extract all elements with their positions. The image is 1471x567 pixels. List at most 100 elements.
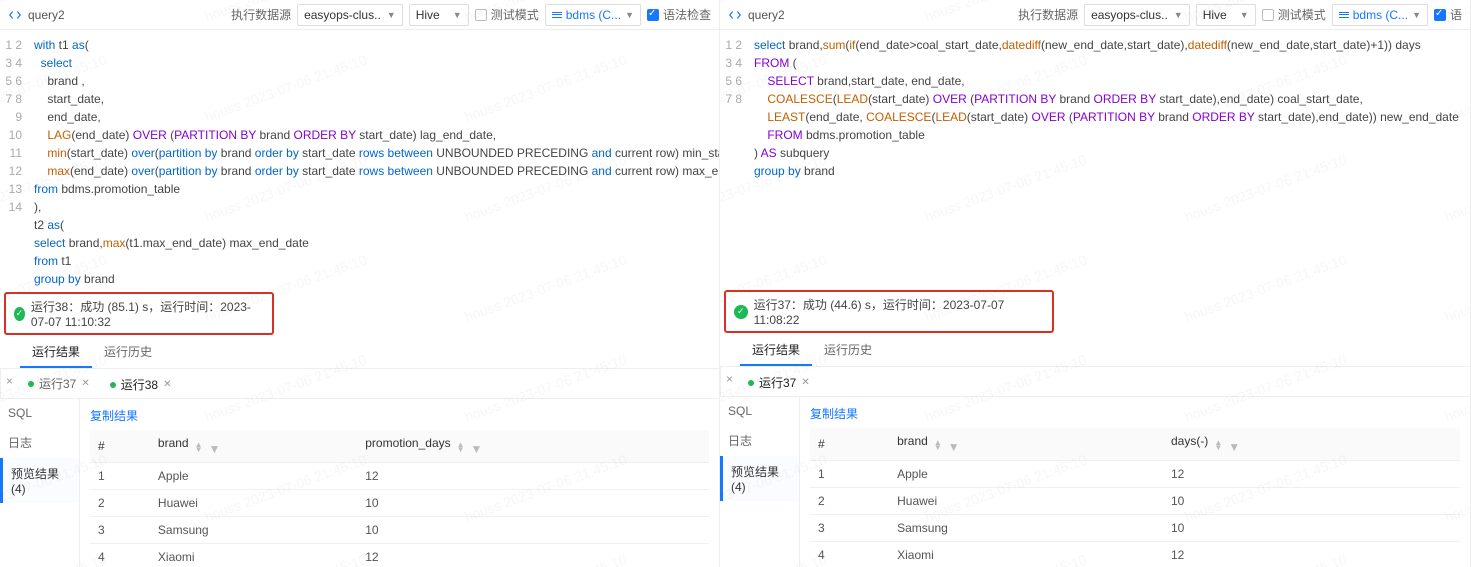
test-mode-checkbox[interactable]: 测试模式 (1262, 6, 1326, 23)
gutter: 1 2 3 4 5 6 7 8 9 10 11 12 13 14 (0, 30, 28, 290)
sql-editor[interactable]: 1 2 3 4 5 6 7 8 9 10 11 12 13 14 with t1… (0, 30, 719, 290)
result-table: #brand▲▼▼promotion_days▲▼▼ 1Apple122Huaw… (90, 430, 709, 567)
col-header: brand▲▼▼ (889, 428, 1163, 461)
test-mode-checkbox[interactable]: 测试模式 (475, 6, 539, 23)
syntax-check-checkbox[interactable]: 语法检查 (647, 6, 711, 23)
right-panel: query2 执行数据源 easyops-clus..▼ Hive▼ 测试模式 … (720, 0, 1471, 567)
tab-run-history[interactable]: 运行历史 (92, 337, 164, 368)
lower-split: SQL 日志 预览结果 (4) 复制结果 #brand▲▼▼days(-)▲▼▼… (720, 397, 1470, 567)
cell: 2 (810, 488, 889, 515)
cell: Huawei (150, 490, 357, 517)
engine-select[interactable]: Hive▼ (1196, 4, 1256, 26)
copy-result-link[interactable]: 复制结果 (90, 407, 709, 424)
cell: Xiaomi (889, 542, 1163, 567)
cell: 3 (90, 517, 150, 544)
cell: 1 (90, 463, 150, 490)
result-tabs: 运行结果 运行历史 (720, 335, 1470, 367)
table-row[interactable]: 4Xiaomi12 (810, 542, 1460, 567)
cell: 3 (810, 515, 889, 542)
close-icon[interactable]: ✕ (81, 378, 89, 389)
sidenav-preview[interactable]: 预览结果 (4) (0, 458, 79, 503)
run-instance-tabs: × 运行37✕ 运行38✕ (0, 369, 719, 399)
cell: Xiaomi (150, 544, 357, 567)
cell: Apple (889, 461, 1163, 488)
close-icon[interactable]: ✕ (801, 377, 809, 388)
col-header: # (810, 428, 889, 461)
copy-result-link[interactable]: 复制结果 (810, 405, 1460, 422)
success-icon: ✓ (734, 305, 748, 319)
sidenav-log[interactable]: 日志 (0, 427, 79, 458)
cell: Samsung (150, 517, 357, 544)
table-row[interactable]: 2Huawei10 (90, 490, 709, 517)
sort-icon[interactable]: ▲▼ (1214, 440, 1222, 454)
results-pane: 复制结果 #brand▲▼▼promotion_days▲▼▼ 1Apple12… (80, 399, 719, 567)
sidenav-sql[interactable]: SQL (720, 397, 799, 425)
toolbar: query2 执行数据源 easyops-clus..▼ Hive▼ 测试模式 … (720, 0, 1470, 30)
table-row[interactable]: 2Huawei10 (810, 488, 1460, 515)
bdms-select[interactable]: bdms (C...▼ (545, 4, 641, 26)
result-sidenav: SQL 日志 预览结果 (4) (720, 397, 800, 567)
cell: 12 (357, 463, 709, 490)
sidenav-preview[interactable]: 预览结果 (4) (720, 456, 799, 501)
cell: Huawei (889, 488, 1163, 515)
sidenav-sql[interactable]: SQL (0, 399, 79, 427)
cell: Apple (150, 463, 357, 490)
sort-icon[interactable]: ▲▼ (934, 440, 942, 454)
code-area[interactable]: with t1 as( select brand , start_date, e… (28, 30, 719, 290)
sql-editor[interactable]: 1 2 3 4 5 6 7 8 select brand,sum(if(end_… (720, 30, 1470, 260)
cell: 1 (810, 461, 889, 488)
results-pane: 复制结果 #brand▲▼▼days(-)▲▼▼ 1Apple122Huawei… (800, 397, 1470, 567)
datasource-label: 执行数据源 (231, 6, 291, 23)
cell: Samsung (889, 515, 1163, 542)
status-text: 运行38：成功 (85.1) s，运行时间：2023-07-07 11:10:3… (31, 298, 264, 329)
sort-icon[interactable]: ▲▼ (457, 442, 465, 456)
cell: 12 (1163, 542, 1460, 567)
cell: 4 (810, 542, 889, 567)
run-tab-38[interactable]: 运行38✕ (100, 369, 182, 398)
filter-icon[interactable]: ▼ (471, 442, 483, 456)
close-icon[interactable]: ✕ (163, 379, 171, 390)
code-area[interactable]: select brand,sum(if(end_date>coal_start_… (748, 30, 1470, 260)
col-header: days(-)▲▼▼ (1163, 428, 1460, 461)
tab-run-result[interactable]: 运行结果 (740, 335, 812, 366)
sort-icon[interactable]: ▲▼ (195, 442, 203, 456)
filter-icon[interactable]: ▼ (209, 442, 221, 456)
close-all-icon[interactable]: × (0, 369, 18, 398)
query-icon (8, 8, 22, 22)
cell: 10 (357, 490, 709, 517)
cell: 4 (90, 544, 150, 567)
result-table: #brand▲▼▼days(-)▲▼▼ 1Apple122Huawei103Sa… (810, 428, 1460, 567)
query-title: query2 (28, 8, 65, 22)
table-row[interactable]: 1Apple12 (90, 463, 709, 490)
table-row[interactable]: 1Apple12 (810, 461, 1460, 488)
datasource-select[interactable]: easyops-clus..▼ (297, 4, 403, 26)
query-title: query2 (748, 8, 785, 22)
datasource-select[interactable]: easyops-clus..▼ (1084, 4, 1190, 26)
filter-icon[interactable]: ▼ (948, 440, 960, 454)
tab-run-result[interactable]: 运行结果 (20, 337, 92, 368)
run-tab-37[interactable]: 运行37✕ (738, 367, 820, 396)
cell: 10 (357, 517, 709, 544)
table-row[interactable]: 3Samsung10 (90, 517, 709, 544)
bdms-select[interactable]: bdms (C...▼ (1332, 4, 1428, 26)
sidenav-log[interactable]: 日志 (720, 425, 799, 456)
tab-run-history[interactable]: 运行历史 (812, 335, 884, 366)
lower-split: SQL 日志 预览结果 (4) 复制结果 #brand▲▼▼promotion_… (0, 399, 719, 567)
filter-icon[interactable]: ▼ (1228, 440, 1240, 454)
success-icon: ✓ (14, 307, 25, 321)
col-header: promotion_days▲▼▼ (357, 430, 709, 463)
left-panel: query2 执行数据源 easyops-clus..▼ Hive▼ 测试模式 … (0, 0, 720, 567)
table-row[interactable]: 4Xiaomi12 (90, 544, 709, 567)
table-row[interactable]: 3Samsung10 (810, 515, 1460, 542)
syntax-check-checkbox[interactable]: 语 (1434, 6, 1462, 23)
close-all-icon[interactable]: × (720, 367, 738, 396)
run-tab-37[interactable]: 运行37✕ (18, 370, 100, 397)
col-header: # (90, 430, 150, 463)
cell: 12 (1163, 461, 1460, 488)
result-tabs: 运行结果 运行历史 (0, 337, 719, 369)
result-sidenav: SQL 日志 预览结果 (4) (0, 399, 80, 567)
status-text: 运行37：成功 (44.6) s，运行时间：2023-07-07 11:08:2… (754, 296, 1044, 327)
run-instance-tabs: × 运行37✕ (720, 367, 1470, 397)
datasource-label: 执行数据源 (1018, 6, 1078, 23)
engine-select[interactable]: Hive▼ (409, 4, 469, 26)
